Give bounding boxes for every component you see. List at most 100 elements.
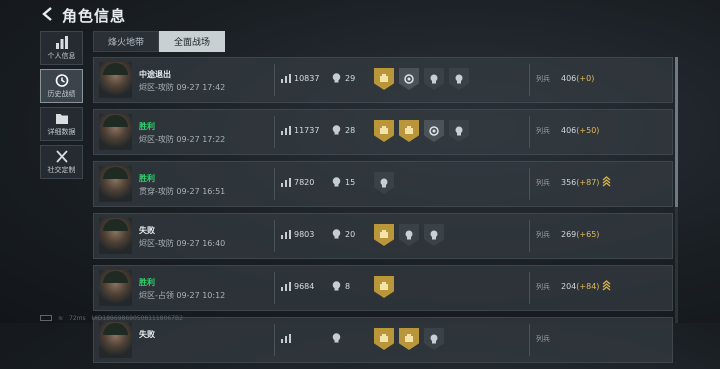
match-score: 9803 xyxy=(294,230,315,239)
sidebar-item-detailed-data[interactable]: 详细数据 xyxy=(40,107,83,141)
match-result: 胜利 xyxy=(139,278,155,287)
skull-icon xyxy=(332,125,341,135)
skull-icon xyxy=(332,281,341,291)
divider xyxy=(529,116,530,148)
divider xyxy=(274,324,275,356)
rank-points: 356 xyxy=(561,178,577,187)
rank-label: 列兵 xyxy=(536,283,550,291)
score-bars-icon xyxy=(281,334,291,343)
match-result: 失败 xyxy=(139,330,155,339)
match-result: 失败 xyxy=(139,226,155,235)
skull-icon xyxy=(332,229,341,239)
page-title: 角色信息 xyxy=(62,7,127,25)
rank-label: 列兵 xyxy=(536,127,550,135)
sidebar-item-personal-info[interactable]: 个人信息 xyxy=(40,31,83,65)
match-row[interactable]: 胜利 烬区-攻防 09-27 17:22 11737 28 列兵 406(+50… xyxy=(93,109,673,155)
medal-badge-icon xyxy=(374,68,394,90)
rank-value: 356(+87) xyxy=(561,178,599,187)
divider xyxy=(529,324,530,356)
rank-points: 406 xyxy=(561,74,577,83)
mode-tabs: 烽火地带 全面战场 xyxy=(93,31,226,52)
rank-value: 406(+50) xyxy=(561,126,599,135)
medal-list xyxy=(374,68,469,90)
divider xyxy=(529,220,530,252)
bar-chart-icon xyxy=(55,35,68,49)
scroll-thumb[interactable] xyxy=(675,57,678,207)
medal-badge-icon xyxy=(374,172,394,194)
rank-delta: (+0) xyxy=(576,74,595,83)
clock-icon xyxy=(55,73,68,87)
back-arrow-icon[interactable] xyxy=(40,6,56,22)
divider xyxy=(274,168,275,200)
medal-list xyxy=(374,328,444,350)
match-mode-time: 贯穿-攻防 09-27 16:51 xyxy=(139,187,226,196)
avatar xyxy=(99,270,132,306)
medal-badge-icon xyxy=(424,328,444,350)
sidebar-item-history[interactable]: 历史战绩 xyxy=(40,69,83,103)
score-bars-icon xyxy=(281,230,291,239)
match-row[interactable]: 胜利 烬区-占领 09-27 10:12 9684 8 列兵 204(+84) xyxy=(93,265,673,311)
avatar xyxy=(99,114,132,150)
scrollbar[interactable] xyxy=(675,57,678,323)
rank-label: 列兵 xyxy=(536,75,550,83)
divider xyxy=(274,272,275,304)
rank-delta: (+87) xyxy=(576,178,600,187)
medal-badge-icon xyxy=(399,224,419,246)
medal-badge-icon xyxy=(374,328,394,350)
match-result: 胜利 xyxy=(139,122,155,131)
skull-icon xyxy=(332,177,341,187)
rank-delta: (+65) xyxy=(576,230,600,239)
rank-label: 列兵 xyxy=(536,335,550,343)
medal-badge-icon xyxy=(374,120,394,142)
battery-icon xyxy=(40,315,52,321)
match-score: 9684 xyxy=(294,282,315,291)
avatar xyxy=(99,166,132,202)
sidebar-item-label: 历史战绩 xyxy=(47,89,76,98)
tab-hazard-zone[interactable]: 烽火地带 xyxy=(93,31,160,52)
match-row[interactable]: 失败 列兵 xyxy=(93,317,673,363)
rank-value: 204(+84) xyxy=(561,282,599,291)
match-result: 胜利 xyxy=(139,174,155,183)
match-mode-time: 烬区-攻防 09-27 17:22 xyxy=(139,135,226,144)
sidebar-item-social-custom[interactable]: 社交定制 xyxy=(40,145,83,179)
divider xyxy=(274,64,275,96)
medal-badge-icon xyxy=(374,276,394,298)
match-kills: 15 xyxy=(345,178,356,187)
medal-badge-icon xyxy=(374,224,394,246)
divider xyxy=(529,64,530,96)
score-bars-icon xyxy=(281,282,291,291)
match-score: 11737 xyxy=(294,126,320,135)
rank-value: 406(+0) xyxy=(561,74,594,83)
match-row[interactable]: 中途退出 烬区-攻防 09-27 17:42 10837 29 列兵 406(+… xyxy=(93,57,673,103)
medal-badge-icon xyxy=(449,120,469,142)
medal-badge-icon xyxy=(399,120,419,142)
divider xyxy=(274,116,275,148)
rank-up-chevron-icon xyxy=(602,280,611,291)
divider xyxy=(274,220,275,252)
match-kills: 8 xyxy=(345,282,351,291)
avatar xyxy=(99,218,132,254)
skull-icon xyxy=(332,333,341,343)
wifi-icon: ≋ xyxy=(58,314,64,322)
match-score: 7820 xyxy=(294,178,315,187)
skull-icon xyxy=(332,73,341,83)
match-row[interactable]: 胜利 贯穿-攻防 09-27 16:51 7820 15 列兵 356(+87) xyxy=(93,161,673,207)
rank-delta: (+50) xyxy=(576,126,600,135)
ping-text: 72ms xyxy=(69,314,86,322)
header: 角色信息 xyxy=(0,0,720,30)
tab-full-battlefield[interactable]: 全面战场 xyxy=(159,31,226,52)
avatar xyxy=(99,62,132,98)
medal-list xyxy=(374,224,444,246)
sidebar-item-label: 社交定制 xyxy=(47,165,76,174)
match-kills: 20 xyxy=(345,230,356,239)
rank-points: 269 xyxy=(561,230,577,239)
rank-label: 列兵 xyxy=(536,179,550,187)
score-bars-icon xyxy=(281,126,291,135)
divider xyxy=(529,272,530,304)
rank-points: 406 xyxy=(561,126,577,135)
match-row[interactable]: 失败 烬区-攻防 09-27 16:40 9803 20 列兵 269(+65) xyxy=(93,213,673,259)
divider xyxy=(529,168,530,200)
rank-up-chevron-icon xyxy=(602,176,611,187)
sidebar-item-label: 详细数据 xyxy=(47,127,76,136)
medal-badge-icon xyxy=(424,68,444,90)
